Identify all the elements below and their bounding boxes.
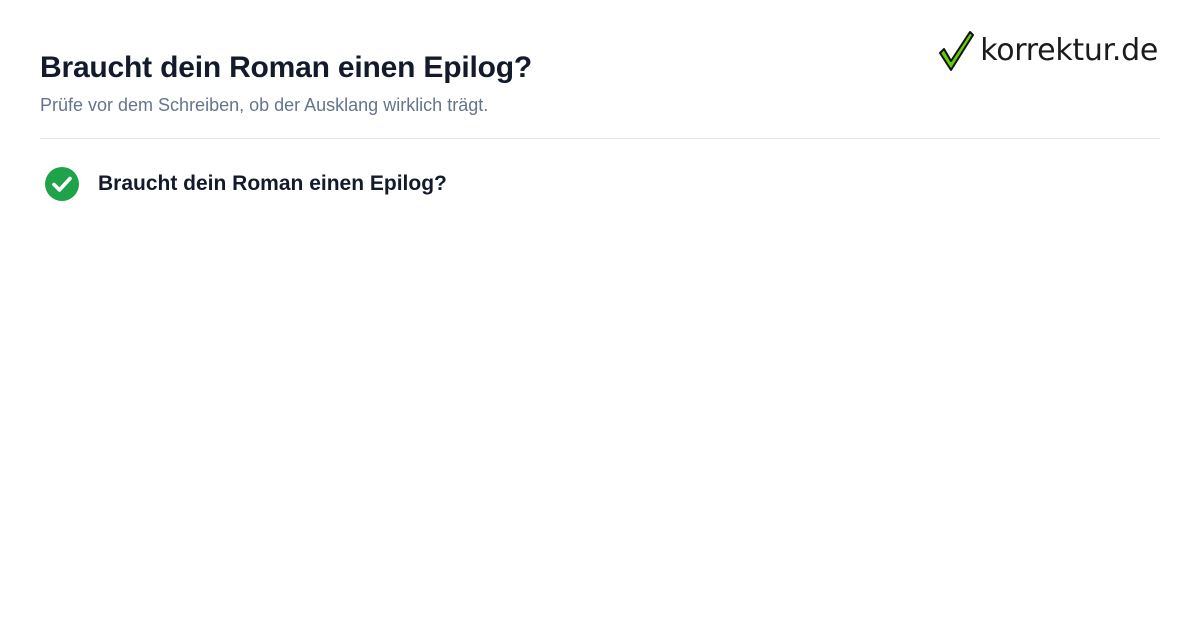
checklist-item-label: Braucht dein Roman einen Epilog? — [98, 172, 447, 195]
checklist-item: Braucht dein Roman einen Epilog? — [44, 166, 447, 202]
check-circle-icon — [45, 167, 79, 201]
brand-logo-text: korrektur.de — [980, 33, 1158, 68]
brand-logo[interactable]: korrektur.de — [938, 30, 1158, 72]
page: Braucht dein Roman einen Epilog? Prüfe v… — [0, 0, 1200, 630]
header-divider — [40, 138, 1160, 139]
checkmark-icon — [939, 31, 975, 71]
page-subtitle: Prüfe vor dem Schreiben, ob der Ausklang… — [40, 95, 489, 115]
